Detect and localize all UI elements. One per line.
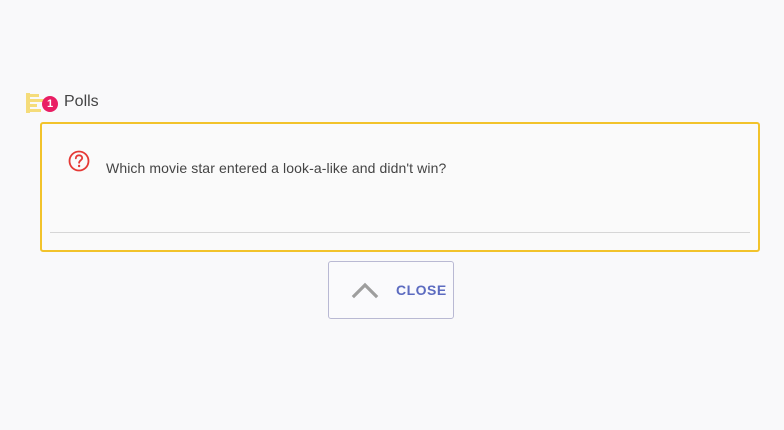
card-divider: [50, 232, 750, 233]
polls-count-badge: 1: [42, 96, 58, 112]
polls-header: 1 Polls: [26, 90, 99, 114]
chevron-up-icon: [351, 282, 379, 299]
page: 1 Polls Which movie star entered a look-…: [0, 0, 784, 430]
poll-question-row: Which movie star entered a look-a-like a…: [68, 150, 446, 176]
polls-icon-group: 1: [26, 90, 60, 114]
close-button[interactable]: CLOSE: [328, 261, 454, 319]
close-button-label: CLOSE: [396, 282, 447, 298]
polls-title: Polls: [64, 93, 99, 110]
poll-question-text: Which movie star entered a look-a-like a…: [106, 160, 447, 176]
poll-card: Which movie star entered a look-a-like a…: [40, 122, 760, 252]
question-circle-icon: [68, 150, 90, 172]
